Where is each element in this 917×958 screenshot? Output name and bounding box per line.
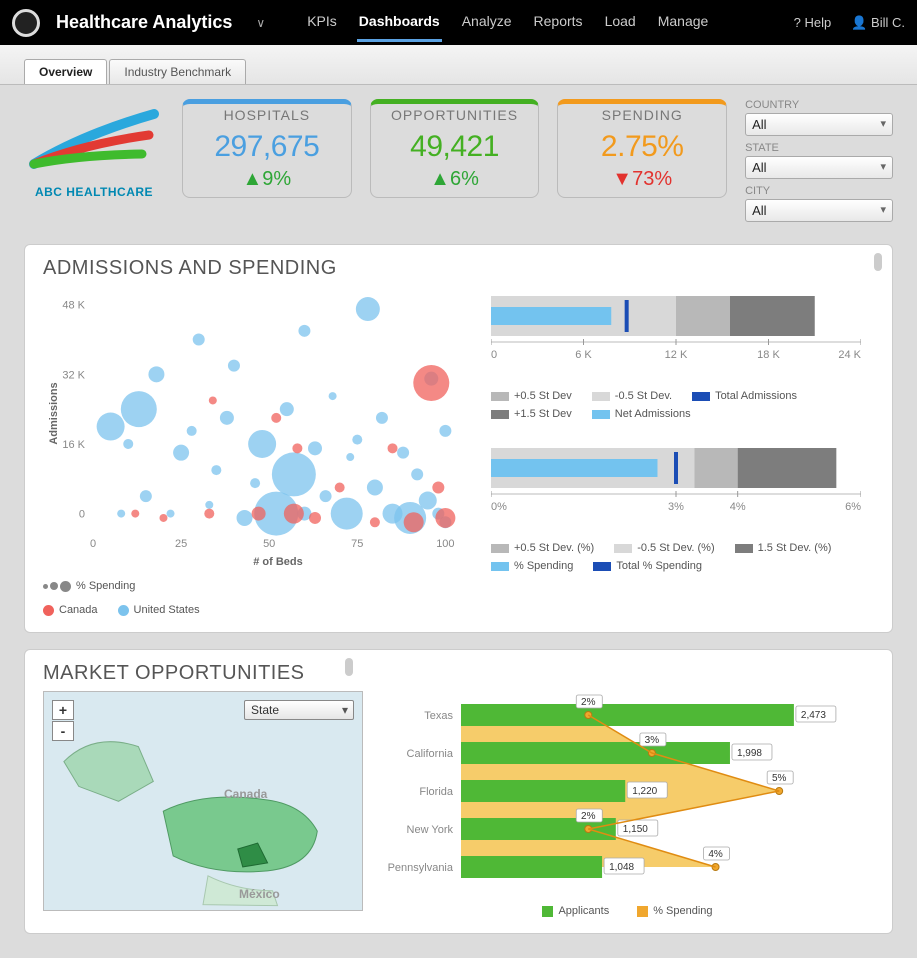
svg-text:48 K: 48 K	[62, 300, 85, 312]
main-nav: KPIs Dashboards Analyze Reports Load Man…	[305, 3, 710, 42]
svg-text:Admissions: Admissions	[48, 382, 60, 444]
kpi-opps-value: 49,421	[371, 126, 539, 168]
bullet2-legend: +0.5 St Dev. (%) -0.5 St Dev. (%) 1.5 St…	[491, 542, 874, 572]
svg-text:California: California	[407, 748, 454, 760]
tab-bar: Overview Industry Benchmark	[0, 45, 917, 85]
market-map[interactable]: + - State Canada México	[43, 691, 363, 911]
help-link[interactable]: ? Help	[794, 15, 832, 30]
kpi-row: ABC HEALTHCARE HOSPITALS 297,675 ▲9% OPP…	[24, 99, 893, 228]
svg-text:5%: 5%	[772, 773, 787, 784]
admissions-title: ADMISSIONS AND SPENDING	[43, 257, 874, 280]
kpi-opportunities[interactable]: OPPORTUNITIES 49,421 ▲6%	[370, 99, 540, 198]
svg-text:0: 0	[491, 349, 497, 361]
admissions-panel: ADMISSIONS AND SPENDING 0 16 K 32 K 48 K 0 25…	[24, 244, 893, 633]
top-nav: Healthcare Analytics ∨ KPIs Dashboards A…	[0, 0, 917, 45]
nav-kpis[interactable]: KPIs	[305, 3, 339, 42]
svg-text:New York: New York	[407, 824, 454, 836]
filter-city-select[interactable]: All	[745, 199, 893, 222]
svg-text:12 K: 12 K	[665, 349, 688, 361]
svg-text:25: 25	[175, 538, 187, 550]
filter-country-select[interactable]: All	[745, 113, 893, 136]
kpi-spending[interactable]: SPENDING 2.75% ▼73%	[557, 99, 727, 198]
market-title: MARKET OPPORTUNITIES	[43, 662, 874, 685]
svg-text:3%: 3%	[668, 501, 684, 513]
kpi-hospitals[interactable]: HOSPITALS 297,675 ▲9%	[182, 99, 352, 198]
filter-city-label: CITY	[745, 185, 893, 197]
svg-text:0%: 0%	[491, 501, 507, 513]
app-title: Healthcare Analytics	[56, 12, 232, 33]
svg-text:1,150: 1,150	[623, 824, 648, 835]
svg-text:1,220: 1,220	[632, 786, 657, 797]
nav-dashboards[interactable]: Dashboards	[357, 3, 442, 42]
legend-us: United States	[134, 604, 200, 616]
nav-analyze[interactable]: Analyze	[460, 3, 514, 42]
svg-text:0: 0	[90, 538, 96, 550]
map-label-canada: Canada	[224, 787, 267, 801]
kpi-spend-value: 2.75%	[558, 126, 726, 168]
svg-text:2%: 2%	[581, 811, 596, 822]
filter-state-select[interactable]: All	[745, 156, 893, 179]
kpi-hospitals-value: 297,675	[183, 126, 351, 168]
kpi-hospitals-label: HOSPITALS	[183, 104, 351, 126]
svg-text:Pennsylvania: Pennsylvania	[388, 862, 454, 874]
kpi-spend-delta: ▼73%	[558, 168, 726, 197]
tab-industry-benchmark[interactable]: Industry Benchmark	[109, 59, 246, 84]
panel-resize-handle[interactable]	[345, 658, 353, 676]
kpi-opps-label: OPPORTUNITIES	[371, 104, 539, 126]
nav-load[interactable]: Load	[603, 3, 638, 42]
svg-text:2%: 2%	[581, 697, 596, 708]
svg-text:# of Beds: # of Beds	[253, 556, 303, 568]
kpi-hospitals-delta: ▲9%	[183, 168, 351, 197]
svg-text:50: 50	[263, 538, 275, 550]
svg-text:100: 100	[436, 538, 454, 550]
nav-reports[interactable]: Reports	[532, 3, 585, 42]
brand-name: ABC HEALTHCARE	[24, 185, 164, 199]
svg-text:4%: 4%	[708, 849, 723, 860]
svg-text:0: 0	[79, 509, 85, 521]
market-panel: MARKET OPPORTUNITIES + - State Canada Mé…	[24, 649, 893, 934]
map-label-mexico: México	[239, 887, 280, 901]
svg-text:1,048: 1,048	[609, 862, 634, 873]
legend-canada: Canada	[59, 604, 98, 616]
panel-resize-handle[interactable]	[874, 253, 882, 271]
svg-text:Florida: Florida	[419, 786, 454, 798]
svg-text:3%: 3%	[645, 735, 660, 746]
svg-text:1,998: 1,998	[737, 748, 762, 759]
svg-text:32 K: 32 K	[62, 369, 85, 381]
filter-state-label: STATE	[745, 142, 893, 154]
spending-bullet-chart[interactable]: 0% 3% 4% 6%	[491, 438, 861, 533]
bullet1-legend: +0.5 St Dev -0.5 St Dev. Total Admission…	[491, 390, 874, 420]
svg-text:6%: 6%	[845, 501, 861, 513]
user-menu[interactable]: 👤 Bill C.	[851, 15, 905, 31]
svg-text:4%: 4%	[730, 501, 746, 513]
admissions-scatter-chart[interactable]: 0 16 K 32 K 48 K 0 25 50 75 100 # of Beds Admissio…	[43, 286, 473, 571]
admissions-bullet-chart[interactable]: 0 6 K 12 K 18 K 24 K	[491, 286, 861, 381]
kpi-spend-label: SPENDING	[558, 104, 726, 126]
svg-text:Texas: Texas	[424, 710, 453, 722]
app-title-dropdown-icon[interactable]: ∨	[256, 16, 265, 30]
brand-logo: ABC HEALTHCARE	[24, 99, 164, 199]
help-icon: ?	[794, 15, 805, 30]
svg-text:2,473: 2,473	[801, 710, 826, 721]
filter-panel: COUNTRY All STATE All CITY All	[745, 99, 893, 228]
market-bars-chart[interactable]: Texas 2,473 2% California 1,998 3% Florida 1,22…	[381, 691, 861, 896]
brand-logo-icon	[24, 99, 164, 179]
market-bars-legend: Applicants % Spending	[381, 905, 874, 917]
map-canvas	[44, 692, 362, 911]
app-logo-icon	[12, 9, 40, 37]
user-icon: 👤	[851, 15, 871, 30]
svg-text:16 K: 16 K	[62, 439, 85, 451]
tab-overview[interactable]: Overview	[24, 59, 107, 84]
svg-text:18 K: 18 K	[757, 349, 780, 361]
svg-text:24 K: 24 K	[838, 349, 861, 361]
svg-text:6 K: 6 K	[575, 349, 592, 361]
scatter-legend: % Spending Canada United States	[43, 580, 473, 616]
svg-text:75: 75	[351, 538, 363, 550]
nav-manage[interactable]: Manage	[656, 3, 711, 42]
filter-country-label: COUNTRY	[745, 99, 893, 111]
kpi-opps-delta: ▲6%	[371, 168, 539, 197]
